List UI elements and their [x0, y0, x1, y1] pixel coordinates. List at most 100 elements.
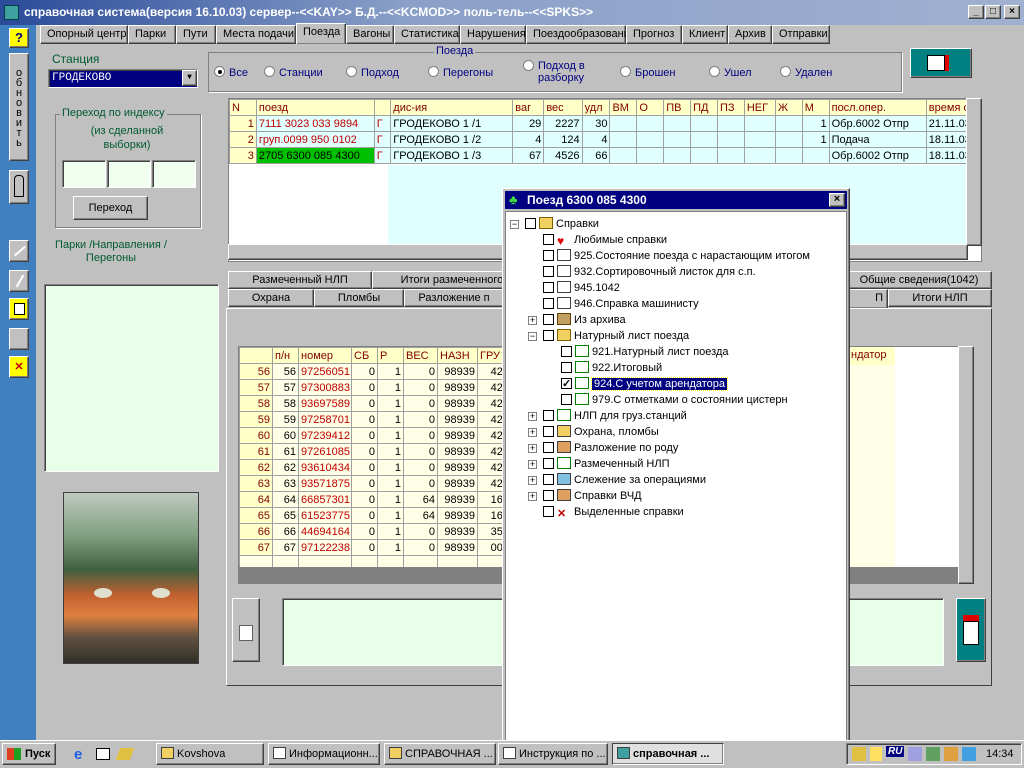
help-button[interactable]: ?: [9, 28, 29, 48]
tree-item[interactable]: ✕ Выделенные справки: [528, 504, 684, 520]
tree-checkbox[interactable]: [543, 282, 554, 293]
refresh-button[interactable]: обновить: [9, 53, 29, 161]
tree-checkbox[interactable]: [543, 298, 554, 309]
taskbar-button-0[interactable]: Kovshova: [156, 743, 264, 765]
tool-icon-1[interactable]: [9, 170, 29, 204]
desktop-icon[interactable]: [96, 748, 110, 760]
tool-icon-6[interactable]: ✕: [9, 356, 29, 378]
speaker-icon[interactable]: [870, 747, 882, 761]
tool-icon-3[interactable]: [9, 270, 29, 292]
trains-col-header[interactable]: посл.опер.: [828, 99, 927, 116]
filter-option-1[interactable]: Станции: [264, 66, 323, 79]
goto-input-2[interactable]: [107, 160, 151, 188]
tree-item[interactable]: + Разложение по роду: [528, 440, 678, 456]
trains-col-header[interactable]: дис-ия: [390, 99, 514, 116]
wagons-col-header[interactable]: номер: [298, 347, 352, 364]
tree-item[interactable]: − Справки: [510, 216, 599, 232]
expand-icon[interactable]: +: [528, 492, 537, 501]
tab-6[interactable]: Статистика: [394, 25, 460, 44]
tree-checkbox[interactable]: [543, 474, 554, 485]
tree-item[interactable]: + Охрана, пломбы: [528, 424, 659, 440]
tree-item[interactable]: 924.С учетом арендатора: [546, 376, 729, 392]
table-row[interactable]: 63 63 93571875 0 1 0 98939 421: [239, 475, 512, 492]
tree-item[interactable]: 922.Итоговый: [546, 360, 662, 376]
filter-option-2[interactable]: Подход: [346, 66, 399, 79]
parks-list[interactable]: [44, 284, 219, 472]
tab-3[interactable]: Места подачи: [216, 25, 296, 44]
trains-col-header[interactable]: ПД: [690, 99, 718, 116]
trains-col-header[interactable]: ваг: [512, 99, 545, 116]
tree-item[interactable]: + Слежение за операциями: [528, 472, 706, 488]
table-row[interactable]: 2 груп.0099 950 0102 Г ГРОДЕКОВО 1 /2 4 124 4 1…: [229, 131, 981, 148]
filter-option-3[interactable]: Перегоны: [428, 66, 493, 79]
bottom-tab-2[interactable]: Общие сведения(1042): [846, 271, 992, 289]
tab-11[interactable]: Архив: [728, 25, 772, 44]
table-row[interactable]: 61 61 97261085 0 1 0 98939 421: [239, 443, 512, 460]
filter-option-5[interactable]: Брошен: [620, 66, 675, 79]
tab-9[interactable]: Прогноз: [626, 25, 682, 44]
trains-vscroll[interactable]: [966, 98, 982, 246]
trains-col-header[interactable]: ПВ: [663, 99, 692, 116]
tree-item[interactable]: 925.Состояние поезда с нарастающим итого…: [528, 248, 810, 264]
close-button[interactable]: ×: [1004, 5, 1020, 19]
expand-icon[interactable]: +: [528, 476, 537, 485]
wagons-vscroll[interactable]: [958, 346, 974, 584]
printer-icon[interactable]: [944, 747, 958, 761]
tree-item[interactable]: + НЛП для груз.станций: [528, 408, 687, 424]
tab-10[interactable]: Клиент: [682, 25, 728, 44]
goto-button[interactable]: Переход: [73, 196, 148, 220]
table-row[interactable]: 67 67 97122238 0 1 0 98939 000: [239, 539, 512, 556]
tray-icon[interactable]: [852, 747, 866, 761]
wagons-col-header[interactable]: Р: [377, 347, 404, 364]
trains-col-header[interactable]: [373, 99, 392, 116]
trains-col-header[interactable]: поезд: [255, 99, 375, 116]
tree-checkbox[interactable]: [543, 250, 554, 261]
tree-item[interactable]: 979.С отметками о состоянии цистерн: [546, 392, 788, 408]
trains-col-header[interactable]: N: [229, 99, 257, 116]
wagons-col-header[interactable]: СБ: [351, 347, 378, 364]
doc-button[interactable]: [232, 598, 260, 662]
tree-item[interactable]: 946.Справка машинисту: [528, 296, 699, 312]
trains-col-header[interactable]: НЕГ: [743, 99, 776, 116]
chevron-down-icon[interactable]: ▼: [182, 70, 197, 86]
tree-checkbox[interactable]: [543, 506, 554, 517]
taskbar-button-4[interactable]: справочная ...: [612, 743, 724, 765]
station-select[interactable]: ГРОДЕКОВО ▼: [48, 69, 198, 88]
tree-item[interactable]: − Натурный лист поезда: [528, 328, 689, 344]
expand-icon[interactable]: +: [528, 460, 537, 469]
tree-checkbox[interactable]: [525, 218, 536, 229]
expand-icon[interactable]: +: [528, 316, 537, 325]
tree-checkbox[interactable]: [543, 410, 554, 421]
table-row[interactable]: 58 58 93697589 0 1 0 98939 421: [239, 395, 512, 412]
start-button[interactable]: Пуск: [2, 743, 56, 765]
tree-checkbox[interactable]: [543, 426, 554, 437]
bottom-tab-0[interactable]: Размеченный НЛП: [228, 271, 372, 289]
expand-icon[interactable]: +: [528, 444, 537, 453]
filter-option-0[interactable]: Все: [214, 66, 248, 79]
table-row[interactable]: 60 60 97239412 0 1 0 98939 421: [239, 427, 512, 444]
ie-icon[interactable]: e: [74, 746, 82, 763]
antivirus-icon[interactable]: [962, 747, 976, 761]
taskbar-button-1[interactable]: Информационн...: [268, 743, 380, 765]
tool-icon-2[interactable]: [9, 240, 29, 262]
tab-0[interactable]: Опорный центр: [40, 25, 128, 44]
trains-col-header[interactable]: О: [636, 99, 665, 116]
wagons-col-header[interactable]: НАЗН: [437, 347, 478, 364]
bottom-tab-row2-0[interactable]: Охрана: [228, 289, 314, 307]
table-row[interactable]: 56 56 97256051 0 1 0 98939 421: [239, 363, 512, 380]
tree-checkbox[interactable]: [543, 442, 554, 453]
table-row[interactable]: 3 2705 6300 085 4300 Г ГРОДЕКОВО 1 /3 67 4526…: [229, 147, 981, 164]
table-row[interactable]: 64 64 66857301 0 1 64 98939 161: [239, 491, 512, 508]
minimize-button[interactable]: _: [968, 5, 984, 19]
goto-input-3[interactable]: [152, 160, 196, 188]
wagons-col-header[interactable]: ВЕС: [403, 347, 438, 364]
tool-icon-5[interactable]: [9, 328, 29, 350]
tree-checkbox[interactable]: [561, 346, 572, 357]
expand-icon[interactable]: +: [528, 412, 537, 421]
tree-item[interactable]: + Из архива: [528, 312, 626, 328]
tab-5[interactable]: Вагоны: [346, 25, 394, 44]
tree-item[interactable]: ♥ Любимые справки: [528, 232, 667, 248]
taskbar-button-2[interactable]: СПРАВОЧНАЯ ...: [384, 743, 496, 765]
filter-option-7[interactable]: Удален: [780, 66, 832, 79]
tree-checkbox[interactable]: [543, 330, 554, 341]
